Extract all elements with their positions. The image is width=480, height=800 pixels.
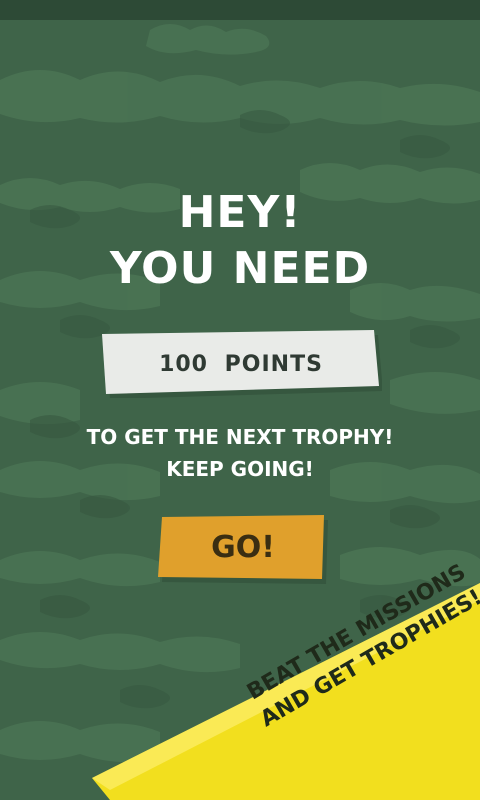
trophy-screen: HEY! YOU NEED 100 POINTS TO GET THE NEXT… (0, 0, 480, 800)
camouflage-background (0, 24, 480, 763)
trophy-message-line-1: TO GET THE NEXT TROPHY! (86, 425, 394, 449)
trophy-message: TO GET THE NEXT TROPHY! KEEP GOING! (0, 421, 480, 485)
headline-line-1: HEY! (178, 187, 302, 238)
go-button[interactable]: GO! (158, 513, 328, 585)
trophy-message-line-2: KEEP GOING! (166, 457, 314, 481)
headline-line-2: YOU NEED (109, 243, 371, 294)
points-required-box: 100 POINTS (100, 330, 382, 398)
points-required-label: 100 POINTS (159, 351, 323, 377)
headline: HEY! YOU NEED (0, 185, 480, 297)
go-button-label: GO! (211, 529, 275, 565)
